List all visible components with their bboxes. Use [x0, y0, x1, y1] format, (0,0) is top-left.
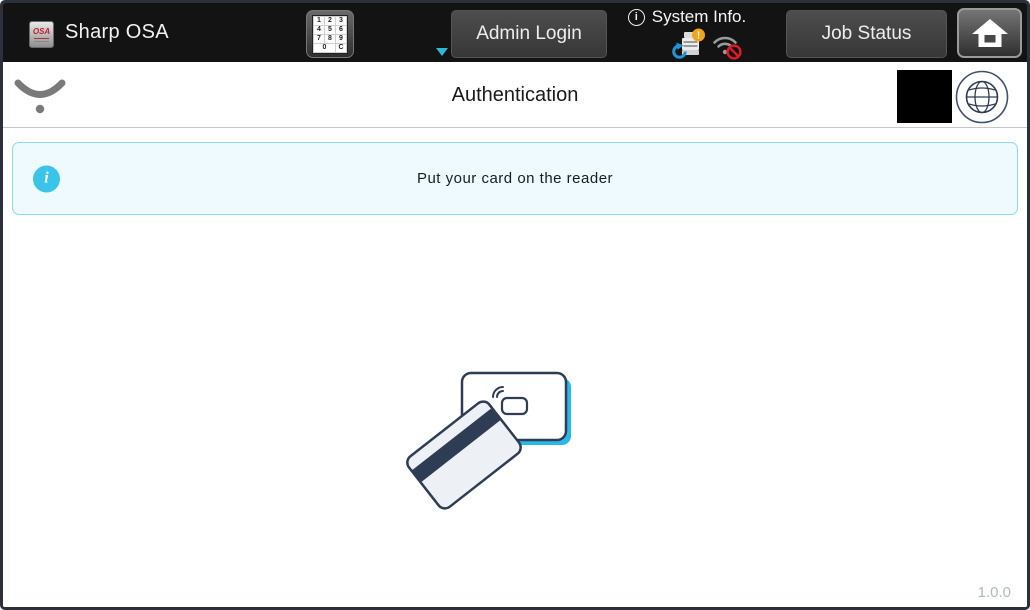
- keypad-grid: 1 2 3 4 5 6 7 8 9 0 C: [312, 15, 348, 54]
- job-status-button[interactable]: Job Status: [786, 10, 947, 58]
- wifi-disabled-icon: [711, 28, 743, 60]
- page-title: Authentication: [3, 62, 1027, 128]
- system-info-button[interactable]: i System Info. !: [611, 7, 763, 60]
- keypad-key: 5: [325, 26, 335, 34]
- home-button[interactable]: [957, 8, 1022, 58]
- banner-message: Put your card on the reader: [417, 170, 613, 187]
- keypad-key: 7: [314, 35, 324, 43]
- info-icon: i: [33, 165, 60, 192]
- main-content: i Put your card on the reader 1.0.0: [3, 129, 1027, 607]
- info-circle-icon: i: [628, 9, 645, 26]
- svg-text:!: !: [697, 31, 700, 42]
- system-info-label: System Info.: [652, 7, 746, 27]
- app-icon-label: OSA: [33, 27, 50, 36]
- dropdown-arrow-icon[interactable]: [436, 48, 448, 56]
- keypad-key: 3: [336, 17, 346, 25]
- header-bar: Authentication: [3, 62, 1027, 128]
- app-icon-lines: [34, 38, 49, 42]
- keypad-key: 8: [325, 35, 335, 43]
- card-on-reader-illustration: [390, 351, 590, 531]
- black-square: [897, 70, 952, 123]
- globe-language-icon[interactable]: [955, 70, 1009, 124]
- keypad-key: 2: [325, 17, 335, 25]
- admin-login-button[interactable]: Admin Login: [451, 10, 607, 58]
- keypad-key: 9: [336, 35, 346, 43]
- printer-warning-icon: !: [671, 28, 706, 60]
- top-bar: OSA Sharp OSA 1 2 3 4 5 6 7 8 9 0 C Admi…: [3, 3, 1027, 62]
- keypad-key: C: [336, 44, 346, 52]
- sharp-osa-app-icon: OSA: [29, 21, 54, 48]
- keypad-key: 0: [314, 44, 335, 52]
- device-screen: OSA Sharp OSA 1 2 3 4 5 6 7 8 9 0 C Admi…: [0, 0, 1030, 610]
- info-banner: i Put your card on the reader: [12, 142, 1018, 215]
- keypad-key: 6: [336, 26, 346, 34]
- version-label: 1.0.0: [978, 584, 1011, 601]
- keypad-key: 1: [314, 17, 324, 25]
- numeric-keypad-icon[interactable]: 1 2 3 4 5 6 7 8 9 0 C: [306, 10, 354, 58]
- home-icon: [970, 17, 1010, 49]
- keypad-key: 4: [314, 26, 324, 34]
- app-title: Sharp OSA: [65, 3, 169, 62]
